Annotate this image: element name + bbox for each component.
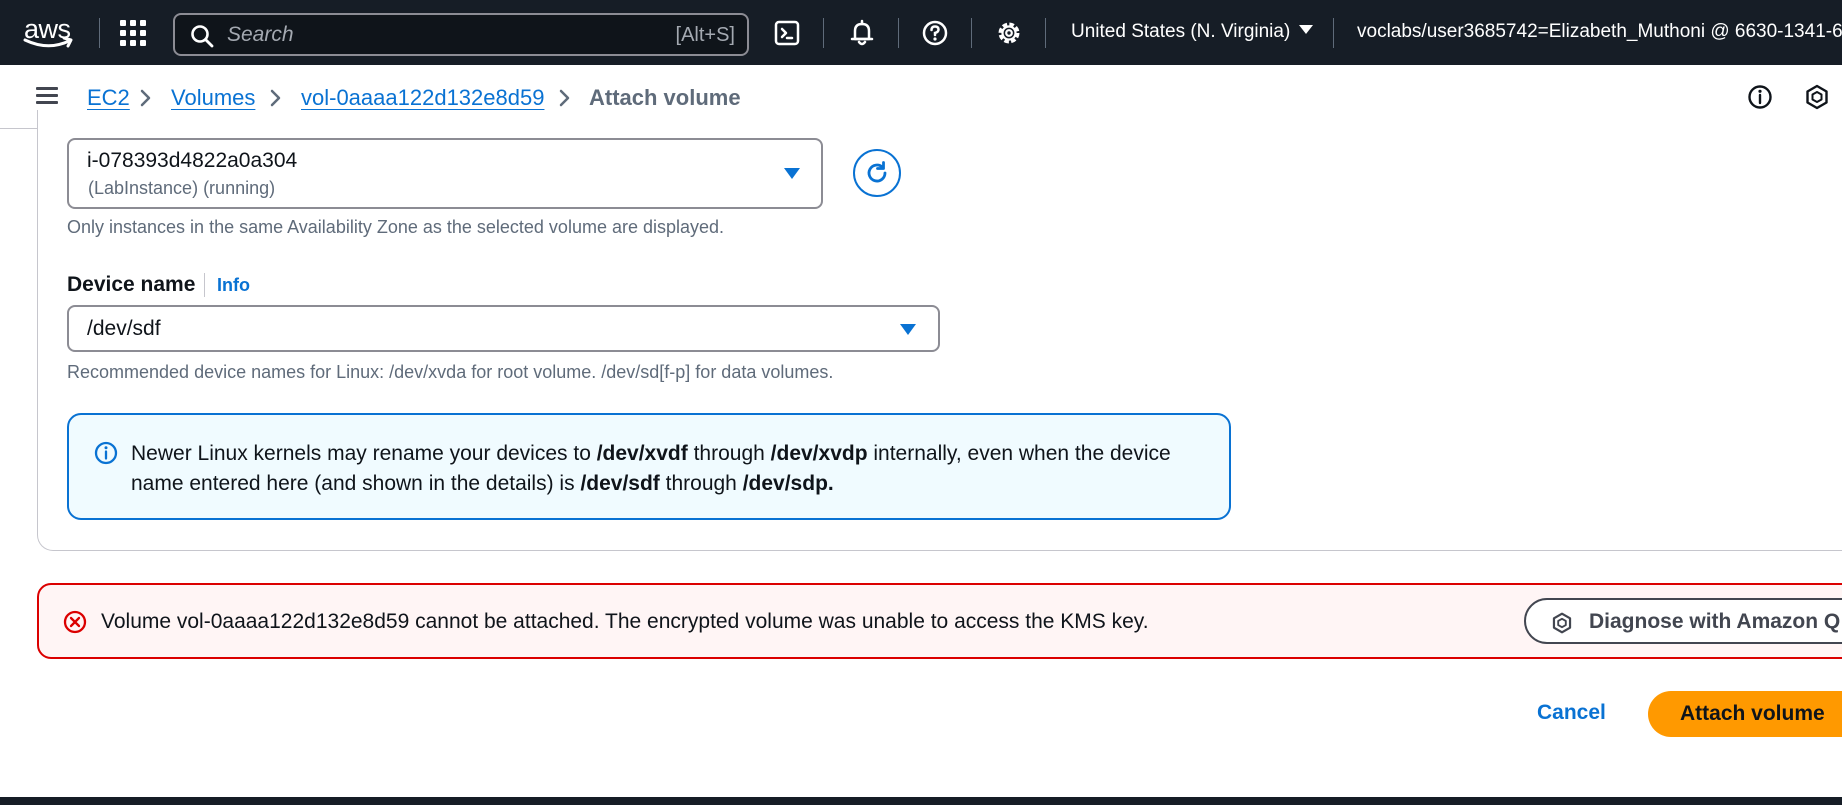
menu-icon[interactable] xyxy=(36,87,58,105)
cancel-button[interactable]: Cancel xyxy=(1537,701,1606,725)
breadcrumb-ec2[interactable]: EC2 xyxy=(87,85,130,111)
nav-divider xyxy=(1045,18,1046,48)
region-selector[interactable]: United States (N. Virginia) xyxy=(1071,21,1314,43)
amazon-q-icon[interactable] xyxy=(1804,84,1830,110)
search-box[interactable]: [Alt+S] xyxy=(173,13,749,56)
device-name-hint: Recommended device names for Linux: /dev… xyxy=(67,362,834,382)
info-alert-text: Newer Linux kernels may rename your devi… xyxy=(131,442,1171,495)
diagnose-button-label: Diagnose with Amazon Q xyxy=(1589,610,1841,633)
breadcrumb-volumes[interactable]: Volumes xyxy=(171,85,255,111)
amazon-q-icon xyxy=(1552,612,1572,634)
services-grid-icon[interactable] xyxy=(120,20,146,46)
chevron-right-icon xyxy=(140,89,151,107)
device-rename-info-alert: Newer Linux kernels may rename your devi… xyxy=(67,413,1231,520)
account-menu[interactable]: voclabs/user3685742=Elizabeth_Muthoni @ … xyxy=(1357,21,1842,43)
refresh-icon xyxy=(867,161,887,183)
device-name-value: /dev/sdf xyxy=(87,317,161,340)
breadcrumb-current: Attach volume xyxy=(589,85,741,110)
aws-logo[interactable]: aws xyxy=(22,14,76,51)
info-icon xyxy=(94,441,118,465)
error-message: Volume vol-0aaaa122d132e8d59 cannot be a… xyxy=(101,610,1149,633)
instance-select-description: (LabInstance) (running) xyxy=(88,178,276,198)
instance-select-value: i-078393d4822a0a304 xyxy=(87,149,298,172)
label-divider xyxy=(204,273,205,297)
caret-down-icon xyxy=(1299,25,1314,34)
refresh-button[interactable] xyxy=(853,149,901,197)
attach-volume-button-label: Attach volume xyxy=(1680,702,1825,725)
cloudshell-icon[interactable] xyxy=(773,19,801,47)
diagnose-with-amazon-q-button[interactable]: Diagnose with Amazon Q xyxy=(1524,598,1842,644)
caret-down-icon xyxy=(900,324,916,335)
instance-hint: Only instances in the same Availability … xyxy=(67,217,725,237)
search-input[interactable] xyxy=(227,23,627,47)
error-alert: Volume vol-0aaaa122d132e8d59 cannot be a… xyxy=(37,583,1842,659)
nav-divider xyxy=(823,18,824,48)
nav-divider xyxy=(971,18,972,48)
aws-smile-icon xyxy=(23,37,73,48)
chevron-right-icon xyxy=(559,89,570,107)
region-label: United States (N. Virginia) xyxy=(1071,21,1291,42)
settings-icon[interactable] xyxy=(995,19,1023,47)
caret-down-icon xyxy=(784,168,800,179)
nav-divider xyxy=(1333,18,1334,48)
top-navigation: aws [Alt+S] xyxy=(0,0,1842,65)
error-icon xyxy=(63,610,87,634)
device-name-select[interactable] xyxy=(67,305,940,352)
chevron-right-icon xyxy=(270,89,281,107)
device-name-label: Device name xyxy=(67,273,196,296)
bell-icon[interactable] xyxy=(848,19,876,47)
nav-divider xyxy=(99,18,100,48)
info-icon[interactable] xyxy=(1747,84,1773,110)
breadcrumb-volume-id[interactable]: vol-0aaaa122d132e8d59 xyxy=(301,85,544,111)
help-icon[interactable] xyxy=(921,19,949,47)
nav-divider xyxy=(898,18,899,48)
device-name-info-link[interactable]: Info xyxy=(217,275,250,296)
search-icon xyxy=(191,25,214,48)
search-shortcut: [Alt+S] xyxy=(675,24,735,46)
bottom-bar xyxy=(0,797,1842,805)
attach-volume-button[interactable]: Attach volume xyxy=(1648,691,1842,737)
